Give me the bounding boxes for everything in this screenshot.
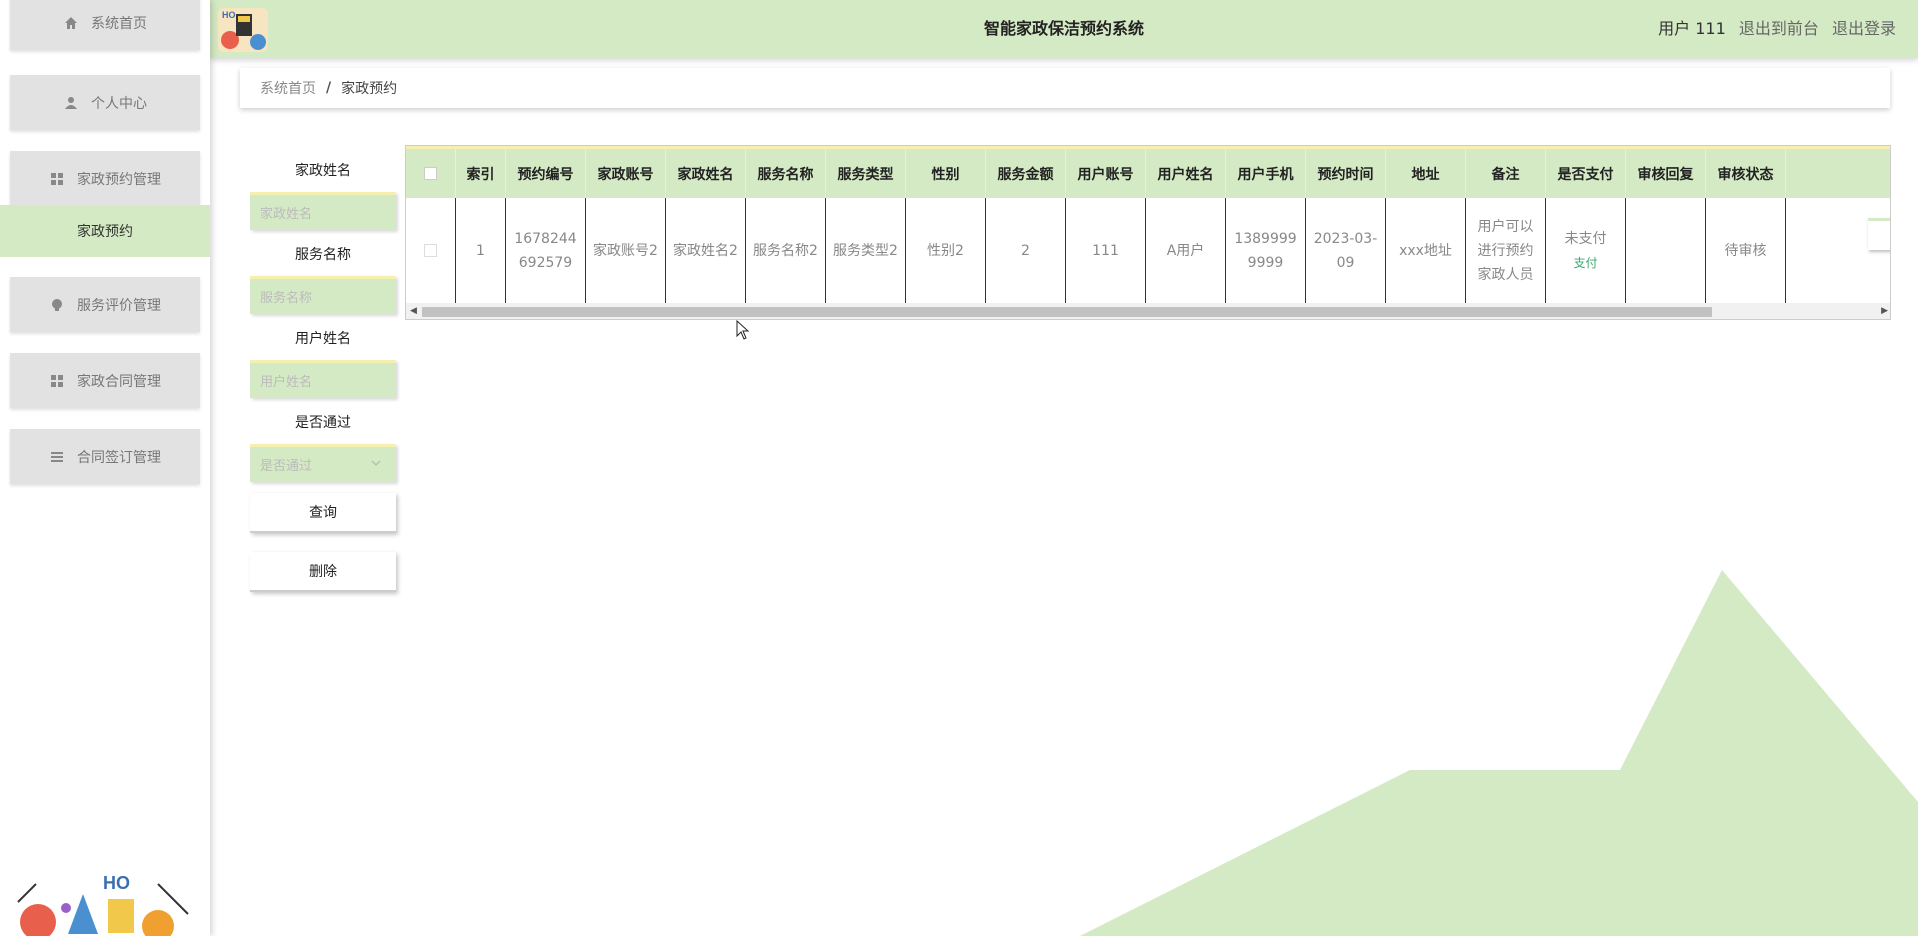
cell-review-reply	[1626, 198, 1706, 303]
scrollbar-thumb[interactable]	[422, 307, 1712, 317]
query-button[interactable]: 查询	[250, 493, 396, 533]
row-checkbox[interactable]	[424, 244, 437, 257]
svg-text:HO: HO	[103, 873, 130, 893]
table-header: 索引 预约编号 家政账号 家政姓名 服务名称 服务类型 性别 服务金额 用户账号…	[406, 146, 1890, 198]
row-select-cell	[406, 198, 456, 303]
header-housekeeper-account: 家政账号	[586, 149, 666, 198]
header-actions	[1786, 149, 1890, 198]
service-name-placeholder: 服务名称	[260, 291, 313, 306]
sidebar-item-label: 服务评价管理	[77, 297, 161, 314]
header-housekeeper-name: 家政姓名	[666, 149, 746, 198]
approved-placeholder: 是否通过	[260, 459, 313, 474]
top-header: HO 智能家政保洁预约系统 用户 111 退出到前台 退出登录	[210, 0, 1918, 58]
select-all-checkbox[interactable]	[424, 167, 437, 180]
header-paid: 是否支付	[1546, 149, 1626, 198]
approved-label: 是否通过	[295, 415, 351, 431]
delete-button[interactable]: 删除	[250, 552, 396, 592]
cell-address: xxx地址	[1386, 198, 1466, 303]
header-amount: 服务金额	[986, 149, 1066, 198]
cell-actions	[1786, 198, 1890, 303]
cell-housekeeper-account: 家政账号2	[586, 198, 666, 303]
cell-service-name: 服务名称2	[746, 198, 826, 303]
user-icon	[63, 95, 79, 111]
header-remark: 备注	[1466, 149, 1546, 198]
logout-link[interactable]: 退出登录	[1832, 19, 1896, 38]
user-name-label: 用户姓名	[295, 331, 351, 347]
cell-user-name: A用户	[1146, 198, 1226, 303]
sidebar-subitem-label: 家政预约	[77, 224, 133, 240]
paid-status-text: 未支付	[1564, 230, 1607, 247]
select-all-cell	[406, 149, 456, 198]
sidebar-item-home[interactable]: 系统首页	[10, 0, 200, 50]
user-name-placeholder: 用户姓名	[260, 375, 313, 390]
breadcrumb-current: 家政预约	[341, 81, 398, 97]
cell-review-status: 待审核	[1706, 198, 1786, 303]
sidebar-item-label: 个人中心	[91, 95, 147, 112]
user-name-input[interactable]: 用户姓名	[250, 360, 396, 398]
header-user-name: 用户姓名	[1146, 149, 1226, 198]
menu-icon	[49, 449, 65, 465]
sidebar-item-label: 合同签订管理	[77, 449, 161, 466]
sidebar-item-label: 家政预约管理	[77, 171, 161, 188]
housekeeper-name-input[interactable]: 家政姓名	[250, 192, 396, 230]
header-review-reply: 审核回复	[1626, 149, 1706, 198]
header-review-status: 审核状态	[1706, 149, 1786, 198]
cell-index: 1	[456, 198, 506, 303]
breadcrumb-home[interactable]: 系统首页	[260, 78, 316, 98]
home-icon	[63, 15, 79, 31]
cell-housekeeper-name: 家政姓名2	[666, 198, 746, 303]
breadcrumb: 系统首页 / 家政预约	[240, 68, 1890, 108]
cell-user-phone: 13899999999	[1226, 198, 1306, 303]
sidebar-item-service-review[interactable]: 服务评价管理	[10, 277, 200, 332]
horizontal-scrollbar[interactable]: ◀ ▶	[406, 303, 1890, 319]
sidebar-item-personal-center[interactable]: 个人中心	[10, 75, 200, 130]
housekeeper-name-label: 家政姓名	[295, 163, 351, 179]
sidebar-item-label: 家政合同管理	[77, 373, 161, 390]
breadcrumb-separator: /	[326, 80, 332, 96]
booking-table: 索引 预约编号 家政账号 家政姓名 服务名称 服务类型 性别 服务金额 用户账号…	[405, 145, 1891, 320]
housekeeper-name-placeholder: 家政姓名	[260, 207, 313, 222]
service-name-input[interactable]: 服务名称	[250, 276, 396, 314]
user-label: 用户 111	[1658, 19, 1726, 38]
exit-to-front-link[interactable]: 退出到前台	[1739, 19, 1819, 38]
header-service-name: 服务名称	[746, 149, 826, 198]
header-gender: 性别	[906, 149, 986, 198]
header-user-area: 用户 111 退出到前台 退出登录	[1650, 0, 1896, 58]
scroll-left-icon[interactable]: ◀	[410, 306, 417, 316]
service-name-label: 服务名称	[295, 247, 351, 263]
cell-amount: 2	[986, 198, 1066, 303]
approved-select[interactable]: 是否通过	[250, 444, 396, 482]
header-address: 地址	[1386, 149, 1466, 198]
sidebar-item-label: 系统首页	[91, 15, 147, 32]
header-user-phone: 用户手机	[1226, 149, 1306, 198]
sidebar-subitem-booking[interactable]: 家政预约	[0, 205, 210, 257]
detail-button[interactable]: 详情	[1868, 218, 1890, 250]
cell-booking-no: 1678244692579	[506, 198, 586, 303]
grid-icon	[49, 373, 65, 389]
cell-gender: 性别2	[906, 198, 986, 303]
sidebar-item-contract-signing[interactable]: 合同签订管理	[10, 429, 200, 484]
grid-icon	[49, 171, 65, 187]
scroll-right-icon[interactable]: ▶	[1881, 306, 1888, 316]
decorative-background-shape	[1080, 570, 1918, 936]
cell-user-account: 111	[1066, 198, 1146, 303]
header-booking-time: 预约时间	[1306, 149, 1386, 198]
sidebar: 系统首页 个人中心 家政预约管理 家政预约 服务评价管理 家政合同管理 合同签订…	[0, 0, 210, 936]
chevron-down-icon	[370, 457, 382, 472]
cell-paid: 未支付 支付	[1546, 198, 1626, 303]
header-user-account: 用户账号	[1066, 149, 1146, 198]
sidebar-item-booking-management[interactable]: 家政预约管理	[10, 151, 200, 206]
header-booking-no: 预约编号	[506, 149, 586, 198]
table-row: 1 1678244692579 家政账号2 家政姓名2 服务名称2 服务类型2 …	[406, 198, 1890, 303]
cell-booking-time: 2023-03-09	[1306, 198, 1386, 303]
sidebar-decorative-logo: HO	[17, 873, 189, 936]
mouse-cursor-icon	[736, 320, 750, 340]
cell-remark: 用户可以进行预约家政人员	[1466, 198, 1546, 303]
header-index: 索引	[456, 149, 506, 198]
cell-service-type: 服务类型2	[826, 198, 906, 303]
bulb-icon	[49, 297, 65, 313]
pay-link[interactable]: 支付	[1573, 251, 1597, 275]
header-service-type: 服务类型	[826, 149, 906, 198]
sidebar-item-contract-management[interactable]: 家政合同管理	[10, 353, 200, 408]
